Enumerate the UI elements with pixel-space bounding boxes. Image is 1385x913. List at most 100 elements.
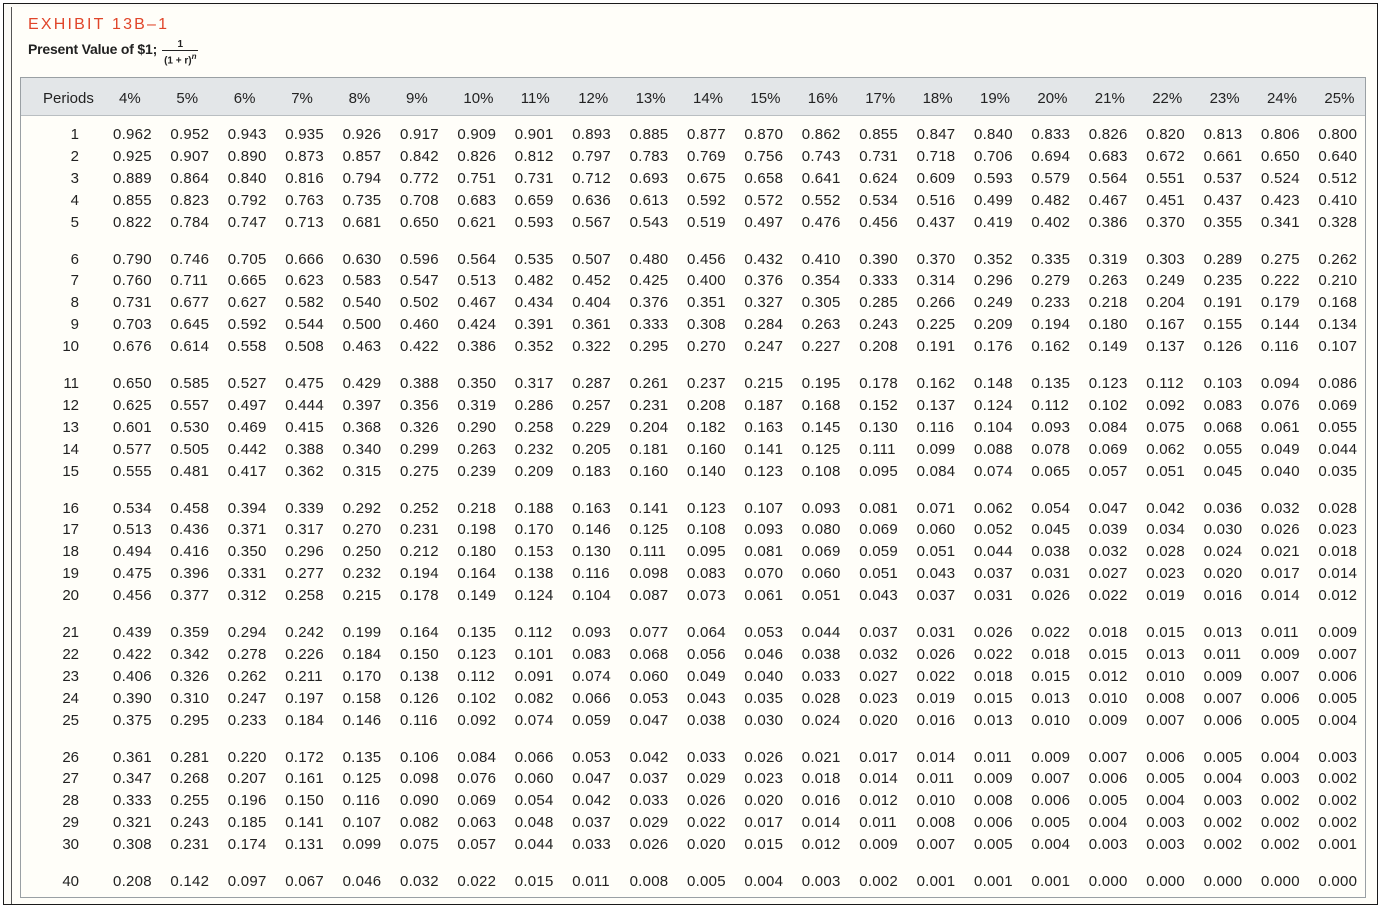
value-cell: 0.840 (974, 126, 1013, 143)
value-cell: 0.032 (400, 873, 439, 890)
value-cell: 0.233 (227, 711, 267, 729)
value-cell: 0.020 (1203, 565, 1243, 583)
value-cell: 0.003 (801, 873, 841, 890)
value-cell: 0.020 (744, 792, 784, 810)
value-cell: 0.005 (1088, 792, 1128, 810)
value-cell: 0.249 (1146, 272, 1185, 290)
value-cell: 0.012 (1318, 587, 1358, 605)
value-cell: 0.630 (342, 250, 382, 268)
value-cell: 0.015 (1088, 645, 1128, 663)
value-cell: 0.188 (514, 499, 554, 517)
value-cell: 0.042 (629, 748, 669, 766)
value-cell: 0.601 (113, 418, 152, 436)
value-cell: 0.083 (1203, 396, 1243, 414)
value-cell: 0.170 (342, 667, 382, 685)
value-cell: 0.047 (572, 770, 611, 788)
value-cell: 0.706 (974, 147, 1013, 165)
rate-header: 19% (980, 90, 1011, 107)
value-cell: 0.333 (629, 316, 669, 334)
value-cell: 0.163 (744, 418, 784, 436)
value-cell: 0.076 (1261, 396, 1300, 414)
value-cell: 0.270 (687, 338, 726, 356)
period-cell: 18 (62, 543, 79, 561)
value-cell: 0.123 (744, 462, 784, 480)
value-cell: 0.370 (1146, 213, 1185, 231)
value-cell: 0.090 (400, 792, 439, 810)
value-cell: 0.816 (285, 169, 324, 187)
value-cell: 0.055 (1203, 440, 1243, 458)
value-cell: 0.751 (457, 169, 497, 187)
value-cell: 0.005 (1318, 689, 1358, 707)
value-cell: 0.002 (1261, 836, 1300, 854)
value-cell: 0.020 (687, 836, 726, 854)
value-cell: 0.051 (859, 565, 898, 583)
value-cell: 0.015 (974, 689, 1013, 707)
value-cell: 0.016 (801, 792, 841, 810)
value-cell: 0.003 (1318, 748, 1358, 766)
value-cell: 0.469 (227, 418, 267, 436)
value-cell: 0.182 (687, 418, 726, 436)
value-cell: 0.013 (1203, 624, 1243, 641)
period-cell: 1 (70, 126, 79, 143)
value-cell: 0.123 (1088, 375, 1128, 392)
value-cell: 0.027 (859, 667, 898, 685)
value-cell: 0.093 (1031, 418, 1071, 436)
value-cell: 0.713 (285, 213, 324, 231)
value-cell: 0.564 (1088, 169, 1128, 187)
value-cell: 0.078 (1031, 440, 1071, 458)
value-cell: 0.098 (400, 770, 439, 788)
value-cell: 0.208 (859, 338, 898, 356)
value-cell: 0.019 (916, 689, 956, 707)
value-cell: 0.812 (514, 147, 554, 165)
value-cell: 0.225 (916, 316, 956, 334)
value-cell: 0.112 (1031, 396, 1070, 414)
value-cell: 0.191 (916, 338, 956, 356)
value-cell: 0.006 (974, 814, 1013, 832)
value-cell: 0.444 (285, 396, 324, 414)
value-cell: 0.222 (1261, 272, 1300, 290)
value-cell: 0.422 (113, 645, 152, 663)
value-cell: 0.014 (1261, 587, 1300, 605)
value-cell: 0.013 (974, 711, 1013, 729)
value-cell: 0.002 (1261, 792, 1300, 810)
value-cell: 0.037 (859, 624, 898, 641)
value-cell: 0.252 (400, 499, 439, 517)
value-cell: 0.071 (916, 499, 956, 517)
value-cell: 0.131 (285, 836, 324, 854)
value-cell: 0.054 (1031, 499, 1071, 517)
period-cell: 2 (70, 147, 79, 165)
value-cell: 0.093 (744, 521, 784, 539)
value-cell: 0.187 (744, 396, 784, 414)
rate-header: 10% (463, 90, 494, 107)
value-cell: 0.011 (916, 770, 955, 788)
value-cell: 0.010 (916, 792, 956, 810)
value-cell: 0.676 (113, 338, 152, 356)
value-cell: 0.826 (457, 147, 497, 165)
value-cell: 0.962 (113, 126, 152, 143)
value-cell: 0.250 (342, 543, 382, 561)
value-cell: 0.003 (1203, 792, 1243, 810)
value-cell: 0.212 (400, 543, 439, 561)
value-cell: 0.069 (801, 543, 841, 561)
value-cell: 0.555 (113, 462, 152, 480)
value-cell: 0.672 (1146, 147, 1185, 165)
value-cell: 0.075 (400, 836, 439, 854)
value-cell: 0.747 (227, 213, 267, 231)
value-cell: 0.073 (687, 587, 726, 605)
value-cell: 0.184 (342, 645, 382, 663)
value-cell: 0.155 (1203, 316, 1243, 334)
value-cell: 0.665 (227, 272, 267, 290)
value-cell: 0.317 (514, 375, 554, 392)
value-cell: 0.032 (1088, 543, 1128, 561)
value-cell: 0.376 (744, 272, 784, 290)
value-cell: 0.263 (1088, 272, 1128, 290)
value-cell: 0.262 (1318, 250, 1358, 268)
value-cell: 0.237 (687, 375, 726, 392)
value-cell: 0.160 (629, 462, 669, 480)
value-cell: 0.277 (285, 565, 324, 583)
value-cell: 0.066 (572, 689, 611, 707)
period-cell: 14 (62, 440, 79, 458)
value-cell: 0.480 (629, 250, 669, 268)
value-cell: 0.015 (744, 836, 784, 854)
value-cell: 0.917 (400, 126, 439, 143)
